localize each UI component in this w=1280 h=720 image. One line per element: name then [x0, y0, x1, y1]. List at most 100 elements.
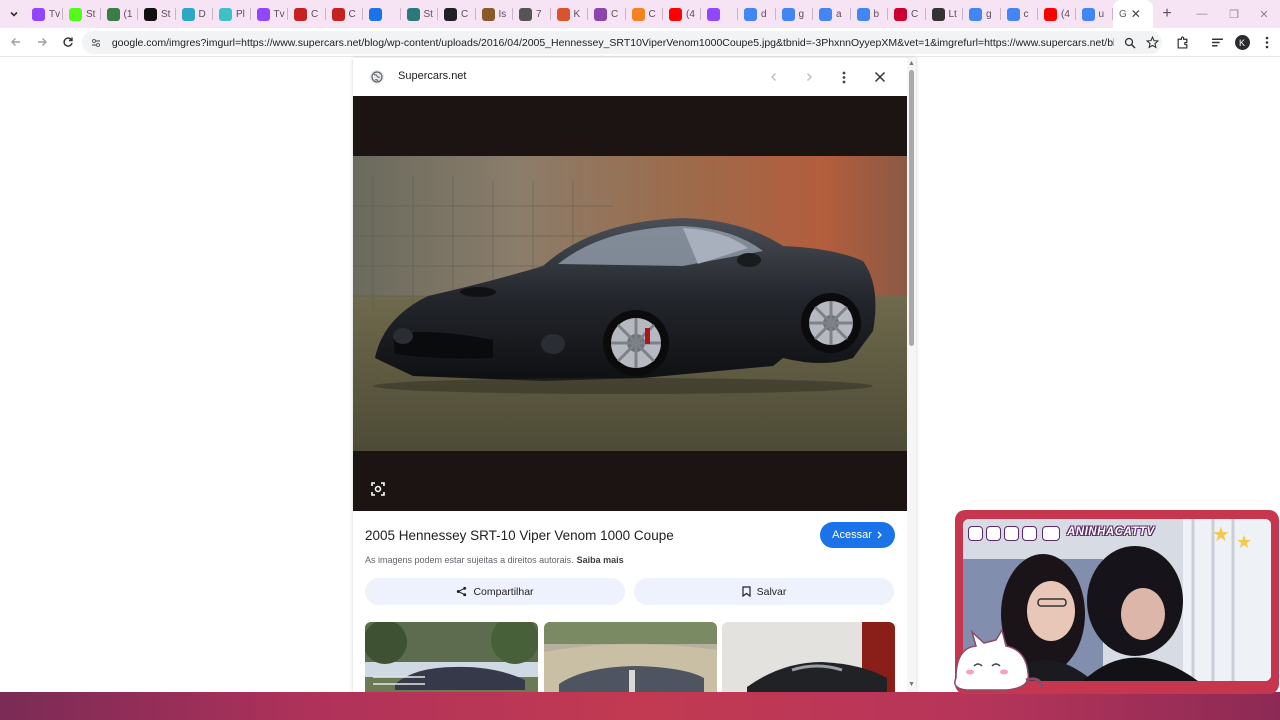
youtube-icon: [1042, 526, 1060, 541]
zoom-icon[interactable]: [1120, 33, 1140, 53]
extensions-icon[interactable]: [1170, 28, 1194, 57]
viewer-header: Supercars.net: [353, 58, 916, 96]
browser-tab[interactable]: b: [851, 0, 888, 28]
browser-tab[interactable]: C: [888, 0, 926, 28]
browser-tab[interactable]: Is: [476, 0, 513, 28]
browser-tab[interactable]: C: [438, 0, 476, 28]
twitch-muted-icon: [706, 7, 720, 21]
browser-tab[interactable]: 7: [513, 0, 551, 28]
cat-mascot-icon: [946, 628, 1046, 692]
tab-active[interactable]: G ✕: [1113, 0, 1153, 28]
browser-tab[interactable]: u: [1076, 0, 1113, 28]
browser-tab[interactable]: C: [626, 0, 663, 28]
instagram-icon: [1004, 526, 1019, 541]
browser-tab[interactable]: g: [963, 0, 1001, 28]
viewer-scrollbar[interactable]: ▲ ▼: [907, 58, 916, 692]
tab-label: 7: [536, 8, 542, 20]
browser-tab[interactable]: (4: [1038, 0, 1076, 28]
restore-icon[interactable]: ❐: [1218, 0, 1250, 28]
browser-tab[interactable]: Tv: [251, 0, 288, 28]
steam-icon: [406, 7, 420, 21]
address-bar[interactable]: google.com/imgres?imgurl=https://www.sup…: [82, 31, 1162, 54]
twitch-icon: [1022, 526, 1037, 541]
star-icon: ★: [1212, 524, 1230, 546]
tab-label: d: [761, 8, 767, 20]
c-icon: [594, 7, 607, 21]
more-options-icon[interactable]: [834, 67, 854, 87]
browser-tab[interactable]: [701, 0, 738, 28]
url-text: google.com/imgres?imgurl=https://www.sup…: [111, 36, 1114, 49]
browser-tab[interactable]: St: [138, 0, 176, 28]
browser-tab[interactable]: d: [738, 0, 776, 28]
menu-icon[interactable]: [1255, 28, 1279, 57]
back-button[interactable]: [4, 30, 28, 54]
related-image-3[interactable]: [722, 622, 895, 692]
bookmark-star-icon[interactable]: [1142, 33, 1162, 53]
bookmark-pair-icon: [369, 7, 382, 21]
rear-wheel: [801, 293, 861, 353]
related-image-1[interactable]: [365, 622, 538, 692]
tab-label: g: [798, 8, 805, 20]
scroll-down-icon[interactable]: ▼: [908, 681, 915, 688]
share-button[interactable]: Compartilhar: [365, 578, 625, 605]
tab-label: Tv: [273, 8, 285, 20]
tab-label: St: [423, 8, 433, 20]
tab-label: K: [573, 8, 581, 20]
reading-list-icon[interactable]: [1205, 28, 1229, 57]
save-button[interactable]: Salvar: [634, 578, 894, 605]
related-image-2[interactable]: [544, 622, 717, 692]
tab-label: b: [873, 8, 880, 20]
share-label: Compartilhar: [473, 585, 534, 598]
tab-label: C: [461, 8, 469, 20]
copyright-notice: As imagens podem estar sujeitas a direit…: [365, 555, 624, 565]
browser-tab[interactable]: (1: [101, 0, 138, 28]
close-viewer-icon[interactable]: [870, 67, 890, 87]
forward-button[interactable]: [30, 30, 54, 54]
tab-label: g: [986, 8, 992, 20]
twitch-icon: [32, 7, 45, 21]
browser-tab[interactable]: C: [588, 0, 626, 28]
close-window-icon[interactable]: ✕: [1248, 0, 1280, 28]
browser-tab[interactable]: Lt: [926, 0, 963, 28]
browser-tab[interactable]: K: [551, 0, 588, 28]
browser-tab[interactable]: D: [176, 0, 213, 28]
site-info-icon[interactable]: [86, 33, 106, 53]
minimize-icon[interactable]: —: [1186, 0, 1218, 28]
browser-tab[interactable]: (4: [663, 0, 701, 28]
visit-button[interactable]: Acessar: [820, 522, 895, 548]
reload-button[interactable]: [56, 30, 80, 54]
browser-tab[interactable]: c: [1001, 0, 1038, 28]
profile-avatar[interactable]: K: [1230, 28, 1254, 57]
tab-label: c: [1023, 8, 1029, 20]
browser-tab[interactable]: a: [813, 0, 851, 28]
k-icon: [556, 7, 570, 21]
next-image-icon[interactable]: [799, 67, 819, 87]
streamer-name: ANINHACATTV: [1067, 526, 1155, 538]
close-tab-icon[interactable]: ✕: [1131, 7, 1141, 21]
learn-more-link[interactable]: Saiba mais: [577, 555, 624, 565]
source-site-name[interactable]: Supercars.net: [398, 70, 466, 82]
browser-tab[interactable]: [363, 0, 401, 28]
browser-tab[interactable]: St: [63, 0, 101, 28]
previous-image-icon[interactable]: [764, 67, 784, 87]
browser-tab[interactable]: Tv: [26, 0, 63, 28]
browser-tab[interactable]: St: [401, 0, 438, 28]
tab-label: St: [161, 8, 171, 20]
lens-search-button[interactable]: [367, 478, 389, 500]
new-tab-button[interactable]: +: [1153, 5, 1181, 23]
gmail-icon: [331, 7, 345, 21]
browser-tab[interactable]: Pl: [213, 0, 251, 28]
google-icon: [819, 7, 832, 21]
google-icon: [781, 7, 795, 21]
tab-search-button[interactable]: [2, 2, 26, 26]
google-icon: [969, 7, 982, 21]
browser-tab[interactable]: g: [776, 0, 813, 28]
arrow-left-icon: [11, 38, 20, 46]
browser-tab[interactable]: C: [326, 0, 363, 28]
scroll-thumb[interactable]: [909, 70, 914, 346]
discord-icon: [986, 526, 1001, 541]
bookmark-icon: [742, 586, 751, 597]
main-image[interactable]: [353, 96, 907, 511]
browser-tab[interactable]: C: [288, 0, 326, 28]
scroll-up-icon[interactable]: ▲: [908, 60, 915, 67]
